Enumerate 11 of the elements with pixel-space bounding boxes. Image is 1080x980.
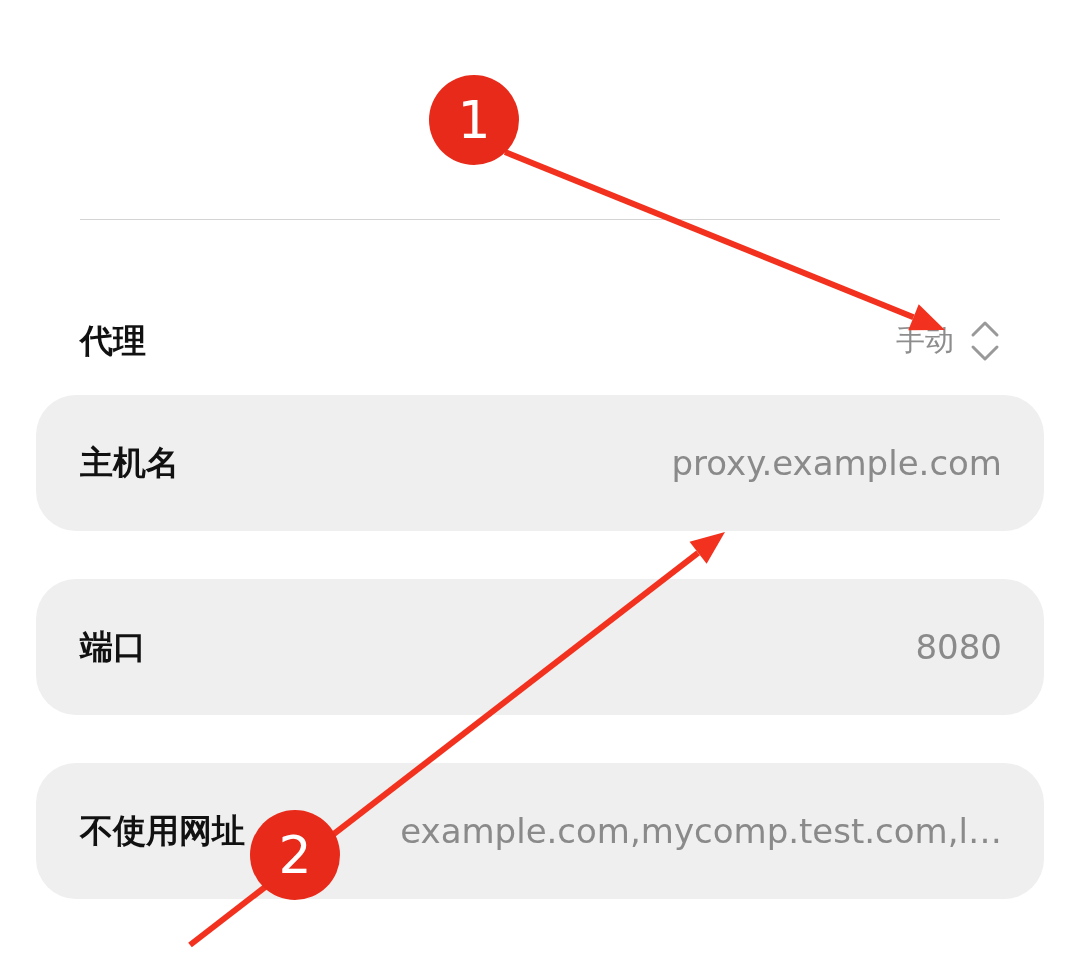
- section-label: 代理: [80, 320, 146, 363]
- setting-row[interactable]: 主机名 proxy.example.com: [36, 395, 1044, 531]
- field-value: 8080: [915, 625, 1002, 669]
- step-badge: 1: [429, 75, 519, 165]
- up-down-chevron-icon[interactable]: [970, 320, 1000, 362]
- field-value: proxy.example.com: [671, 441, 1002, 485]
- field-label: 端口: [80, 626, 146, 669]
- field-label: 不使用网址: [80, 810, 245, 853]
- setting-row[interactable]: 端口 8080: [36, 579, 1044, 715]
- field-value: example.com,mycomp.test.com,l…: [400, 809, 1002, 853]
- field-label: 主机名: [80, 442, 179, 485]
